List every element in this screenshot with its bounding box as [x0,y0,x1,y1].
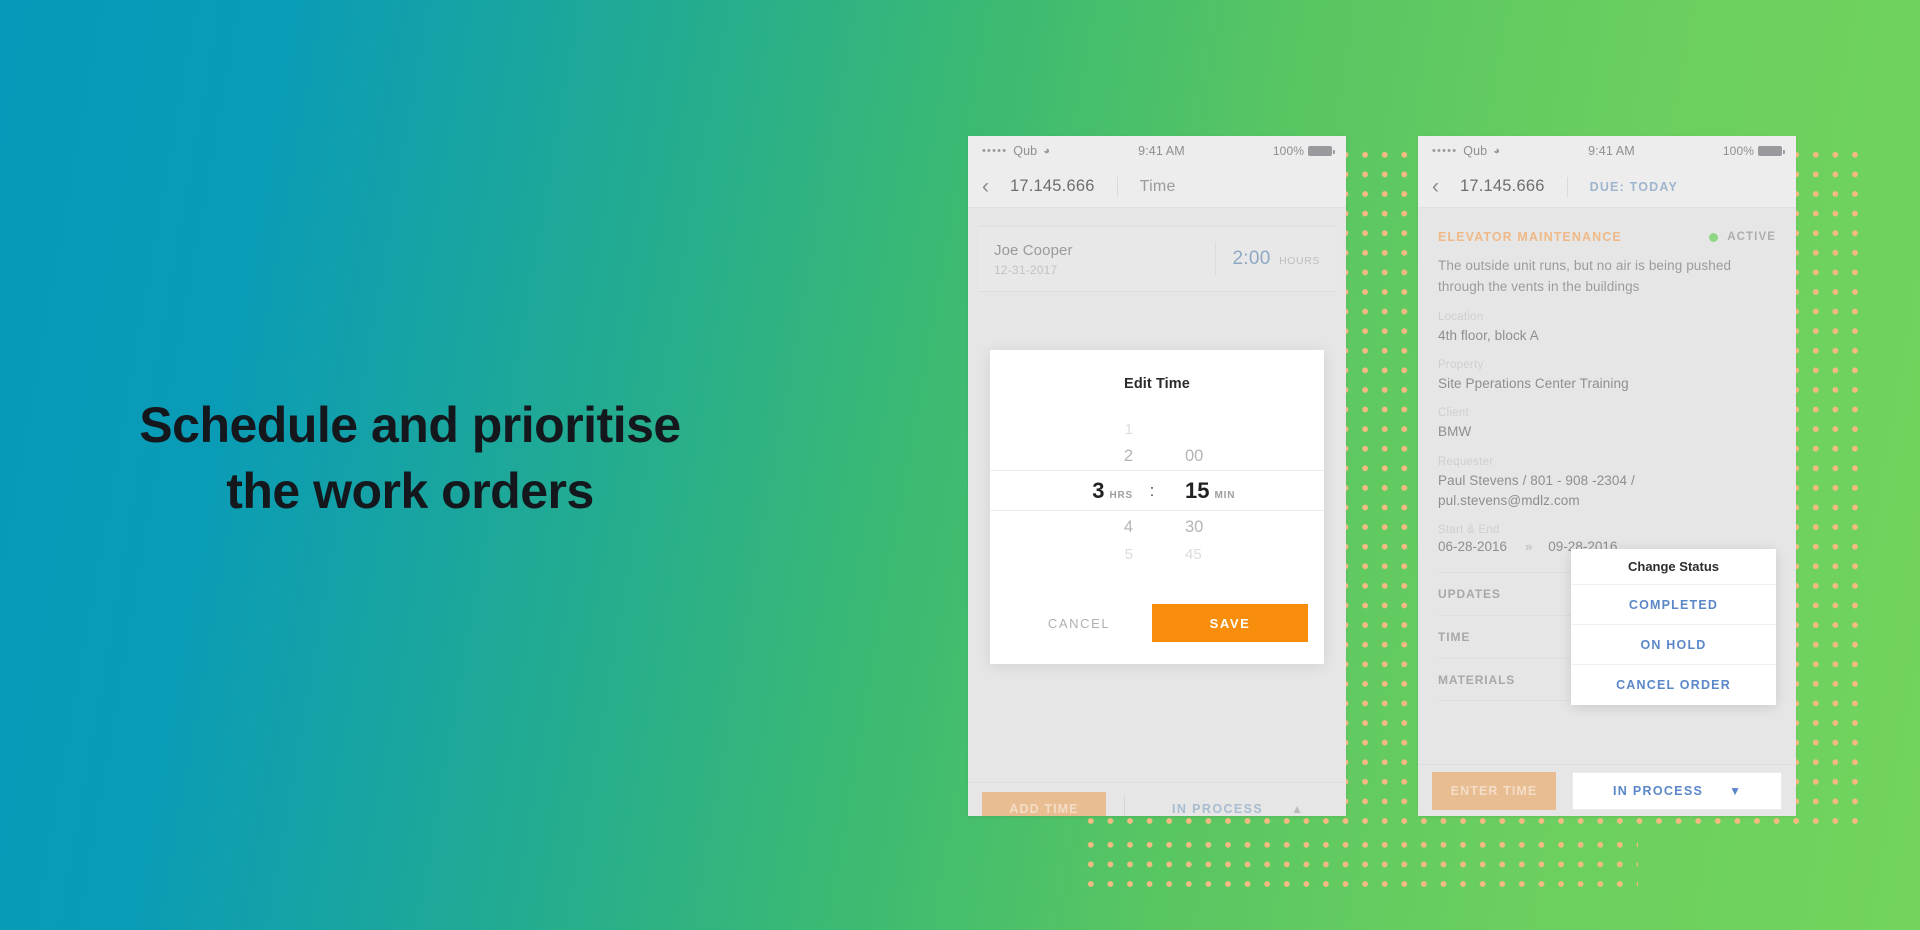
status-dropdown[interactable]: IN PROCESS ▼ [1572,771,1782,810]
order-id-label: 17.145.666 [1460,177,1545,195]
signal-dots-icon: ••••• [982,145,1008,157]
bottom-action-bar: ENTER TIME IN PROCESS ▼ [1418,764,1796,816]
dialog-actions: CANCEL SAVE [990,604,1324,642]
dot-pattern-decoration-bottom [1078,832,1638,894]
work-order-body: ELEVATOR MAINTENANCE ACTIVE The outside … [1418,208,1796,816]
field-label: Property [1438,359,1484,372]
minutes-selected-value: 15 [1185,477,1210,503]
time-entry-unit: HOURS [1279,255,1320,267]
field-label: Client [1438,407,1469,420]
status-label: IN PROCESS [1613,783,1704,798]
battery-percent-label: 100% [1722,144,1754,158]
work-order-description: The outside unit runs, but no air is bei… [1438,258,1732,294]
change-status-menu-title: Change Status [1571,549,1776,585]
nav-bar: ‹ 17.145.666 DUE: TODAY [1418,166,1796,208]
time-colon-separator: : [1149,480,1155,500]
change-status-menu: Change Status COMPLETED ON HOLD CANCEL O… [1571,549,1776,705]
clock-label: 9:41 AM [1588,144,1635,158]
time-entry-value: 2:00 [1232,248,1271,269]
time-entry-row[interactable]: Joe Cooper 12-31-2017 2:00 HOURS [978,226,1336,292]
field-label: Requester [1438,455,1494,468]
status-label: IN PROCESS [1172,801,1264,816]
bottom-action-bar: ADD TIME IN PROCESS ▲ [968,782,1346,816]
start-date-value: 06-28-2016 [1438,539,1508,555]
hours-unit-label: HRS [1109,489,1133,501]
menu-item-on-hold[interactable]: ON HOLD [1571,625,1776,665]
time-screen-body: Joe Cooper 12-31-2017 2:00 HOURS Edit Ti… [968,226,1346,816]
battery-percent-label: 100% [1272,144,1304,158]
due-date-label: DUE: TODAY [1589,179,1678,194]
nav-divider [1116,176,1118,197]
minutes-option-below-2[interactable]: 45 [1171,546,1257,563]
phone-mockup-work-order-screen: ••••• Qub ◕ 9:41 AM 100% ‹ 17.145.666 DU… [1418,136,1796,816]
bottom-bar-divider [1124,795,1125,816]
field-property: Property Site Pperations Center Training [1438,359,1776,394]
work-order-type: ELEVATOR MAINTENANCE [1438,230,1622,244]
status-badge: ACTIVE [1727,231,1776,243]
order-id-label: 17.145.666 [1010,177,1095,195]
hours-option-below-2[interactable]: 5 [990,546,1133,563]
edit-time-dialog: Edit Time 1 2 00 3 HRS: 15 MIN 4 30 5 4… [990,350,1324,664]
battery-icon [1308,146,1335,156]
promo-banner: Schedule and prioritise the work orders … [0,0,1920,930]
time-entry-name: Joe Cooper [994,241,1073,259]
signal-dots-icon: ••••• [1432,145,1458,157]
field-value: BMW [1438,424,1472,440]
hours-selected-value: 3 [1092,477,1105,503]
wifi-icon: ◕ [1043,145,1050,157]
hours-option-above-2[interactable]: 1 [990,421,1133,438]
add-time-button[interactable]: ADD TIME [982,791,1106,816]
enter-time-button[interactable]: ENTER TIME [1432,771,1556,810]
time-entry-date: 12-31-2017 [994,262,1058,277]
back-button[interactable]: ‹ [982,176,1010,197]
work-order-header: ELEVATOR MAINTENANCE ACTIVE [1438,230,1776,244]
menu-item-cancel-order[interactable]: CANCEL ORDER [1571,665,1776,705]
menu-item-completed[interactable]: COMPLETED [1571,585,1776,625]
field-client: Client BMW [1438,407,1776,442]
status-selector[interactable]: IN PROCESS ▲ [1143,802,1332,816]
back-button[interactable]: ‹ [1432,176,1460,197]
field-label: Start & End [1438,524,1500,537]
time-picker[interactable]: 1 2 00 3 HRS : 15 MIN 4 30 5 45 [990,416,1324,574]
field-value: Site Pperations Center Training [1438,376,1629,392]
chevron-down-icon: ▼ [1729,783,1741,798]
minutes-unit-label: MIN [1214,489,1236,501]
carrier-label: Qub [1013,144,1038,158]
wifi-icon: ◕ [1493,145,1500,157]
page-title: Schedule and prioritise the work orders [0,392,820,524]
save-button[interactable]: SAVE [1152,604,1308,642]
cancel-button[interactable]: CANCEL [1006,616,1152,631]
field-value: Paul Stevens / 801 - 908 -2304 / pul.ste… [1438,472,1635,508]
status-bar: ••••• Qub ◕ 9:41 AM 100% [1418,136,1796,166]
battery-icon [1758,146,1785,156]
status-dot-icon [1709,232,1719,242]
nav-divider [1566,176,1568,197]
field-location: Location 4th floor, block A [1438,311,1776,346]
clock-label: 9:41 AM [1138,144,1185,158]
chevron-up-icon: ▲ [1291,801,1303,816]
field-value: 4th floor, block A [1438,327,1539,343]
time-picker-selection: 3 HRS : 15 MIN [990,470,1324,511]
screen-title: Time [1139,177,1176,195]
minutes-option-below-1[interactable]: 30 [1171,518,1257,537]
time-entry-divider [1215,242,1217,276]
hours-option-above-1[interactable]: 2 [990,447,1133,466]
headline-line-2: the work orders [226,463,594,519]
hours-option-below-1[interactable]: 4 [990,518,1133,537]
double-chevron-right-icon: » [1525,539,1532,555]
headline-line-1: Schedule and prioritise [139,397,681,453]
nav-bar: ‹ 17.145.666 Time [968,166,1346,208]
carrier-label: Qub [1463,144,1488,158]
field-label: Location [1438,310,1484,323]
status-bar: ••••• Qub ◕ 9:41 AM 100% [968,136,1346,166]
field-requester: Requester Paul Stevens / 801 - 908 -2304… [1438,456,1776,512]
dialog-title: Edit Time [1124,376,1190,392]
phone-mockup-time-screen: ••••• Qub ◕ 9:41 AM 100% ‹ 17.145.666 Ti… [968,136,1346,816]
minutes-option-above-1[interactable]: 00 [1171,447,1257,466]
